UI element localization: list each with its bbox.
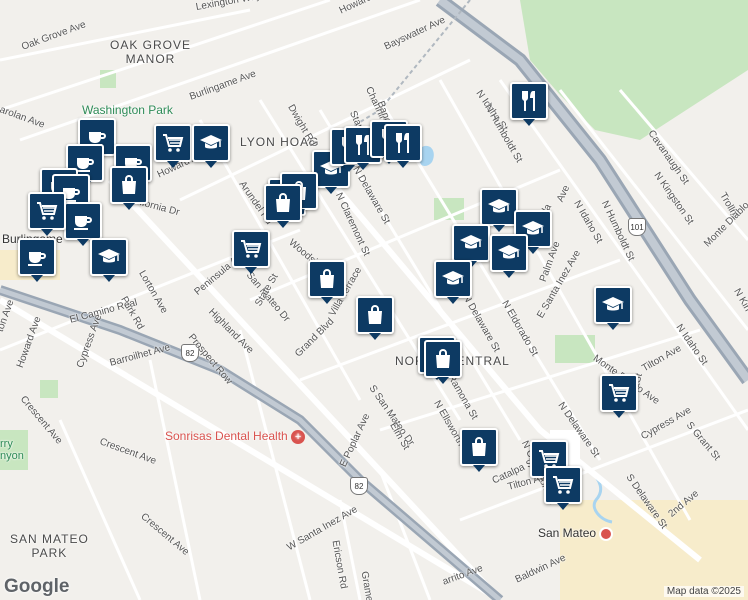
shopping-bag-icon bbox=[315, 267, 339, 291]
graduation-cap-icon bbox=[601, 293, 625, 317]
golf-course-park bbox=[520, 0, 748, 140]
shopping-cart-icon bbox=[161, 131, 185, 155]
shopping-bag-icon bbox=[431, 347, 455, 371]
map-marker-cafe[interactable] bbox=[64, 202, 102, 246]
train-station-icon bbox=[599, 526, 614, 541]
shopping-cart-icon bbox=[607, 381, 631, 405]
cafe-icon bbox=[25, 245, 49, 269]
graduation-cap-icon bbox=[97, 245, 121, 269]
map-marker-school[interactable] bbox=[594, 286, 632, 330]
graduation-cap-icon bbox=[487, 195, 511, 219]
map-marker-grocery[interactable] bbox=[154, 124, 192, 168]
map-marker-school[interactable] bbox=[490, 234, 528, 278]
small-park bbox=[40, 380, 58, 398]
shopping-cart-icon bbox=[35, 199, 59, 223]
shopping-cart-icon bbox=[239, 237, 263, 261]
map-marker-school[interactable] bbox=[434, 260, 472, 304]
shopping-bag-icon bbox=[271, 191, 295, 215]
map-marker-school[interactable] bbox=[452, 224, 490, 268]
graduation-cap-icon bbox=[199, 131, 223, 155]
map-canvas[interactable]: OAK GROVEMANOR LYON HOAG NORTH CENTRAL S… bbox=[0, 0, 748, 600]
map-marker-school[interactable] bbox=[480, 188, 518, 232]
graduation-cap-icon bbox=[441, 267, 465, 291]
map-marker-grocery[interactable] bbox=[28, 192, 66, 236]
map-marker-grocery[interactable] bbox=[232, 230, 270, 274]
small-park bbox=[555, 335, 595, 363]
shopping-bag-icon bbox=[467, 435, 491, 459]
map-marker-restaurant[interactable] bbox=[384, 124, 422, 168]
shopping-bag-icon bbox=[363, 303, 387, 327]
map-marker-restaurant[interactable] bbox=[510, 82, 548, 126]
map-marker-shopping[interactable] bbox=[264, 184, 302, 228]
shopping-bag-icon bbox=[117, 173, 141, 197]
map-marker-cafe[interactable] bbox=[18, 238, 56, 282]
hospital-icon: + bbox=[291, 430, 306, 444]
map-marker-shopping[interactable] bbox=[460, 428, 498, 472]
google-logo: Google bbox=[4, 576, 70, 597]
highway-82-shield: 82 bbox=[350, 477, 368, 495]
place-san-mateo-station[interactable]: San Mateo bbox=[538, 526, 614, 541]
cafe-icon bbox=[71, 209, 95, 233]
graduation-cap-icon bbox=[497, 241, 521, 265]
neighborhood-san-mateo-park: SAN MATEO PARK bbox=[10, 532, 89, 560]
map-marker-shopping[interactable] bbox=[424, 340, 462, 384]
highway-101-shield: 101 bbox=[628, 218, 646, 236]
map-marker-school[interactable] bbox=[192, 124, 230, 168]
map-data-credit[interactable]: Map data ©2025 bbox=[663, 586, 744, 597]
fork-knife-icon bbox=[517, 89, 541, 113]
place-cherry-canyon: rry nyon bbox=[0, 438, 24, 462]
map-marker-shopping[interactable] bbox=[110, 166, 148, 210]
map-marker-shopping[interactable] bbox=[308, 260, 346, 304]
map-marker-school[interactable] bbox=[90, 238, 128, 282]
fork-knife-icon bbox=[391, 131, 415, 155]
map-marker-grocery[interactable] bbox=[600, 374, 638, 418]
graduation-cap-icon bbox=[459, 231, 483, 255]
place-washington-park[interactable]: Washington Park bbox=[82, 103, 173, 117]
poi-sonrisas-dental-health[interactable]: Sonrisas Dental Health + bbox=[165, 429, 306, 444]
map-marker-shopping[interactable] bbox=[356, 296, 394, 340]
map-marker-grocery[interactable] bbox=[544, 466, 582, 510]
shopping-cart-icon bbox=[551, 473, 575, 497]
neighborhood-oak-grove-manor: OAK GROVE MANOR bbox=[110, 38, 192, 66]
